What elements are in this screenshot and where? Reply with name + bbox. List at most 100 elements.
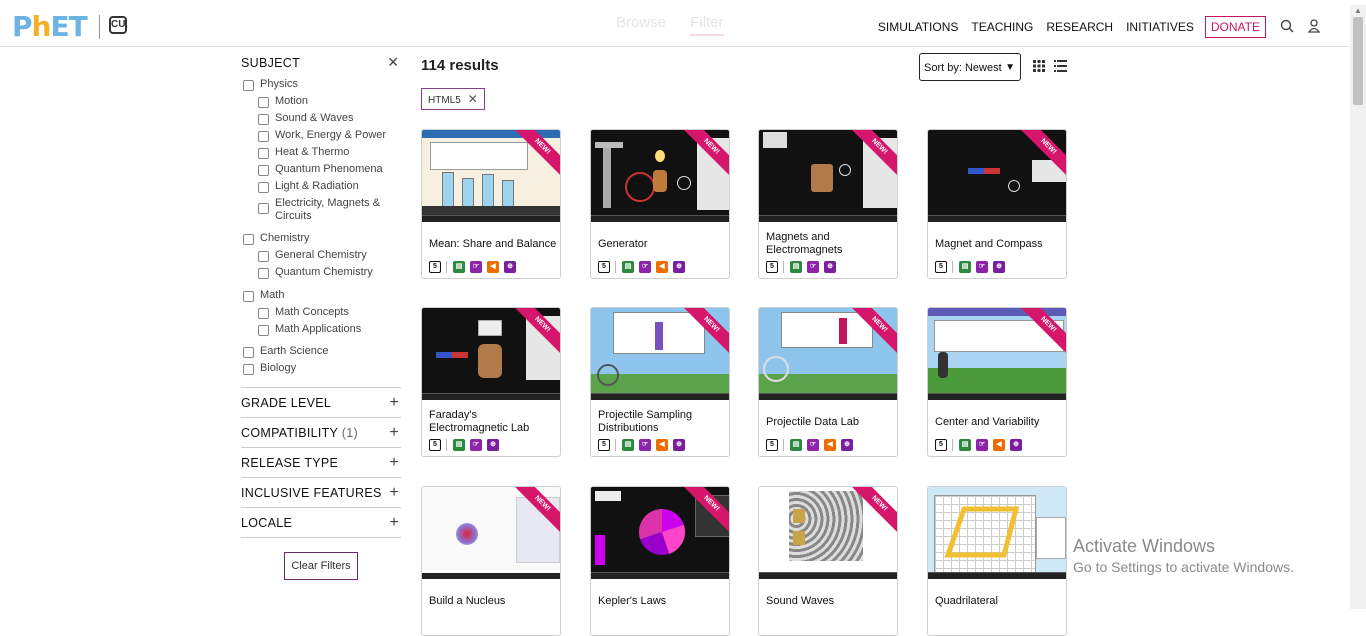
- sim-card-mean-share-balance[interactable]: NEW! Mean: Share and Balance 5 ▤ ☞ ◀ ⊕: [421, 129, 561, 279]
- sim-title: Projectile Sampling Distributions: [598, 409, 693, 434]
- sim-card-center-variability[interactable]: NEW! Center and Variability 5 ▤ ☞ ◀ ⊕: [927, 307, 1067, 457]
- zoom-icon: ⊕: [1010, 439, 1022, 451]
- compatibility-count: (1): [341, 425, 358, 440]
- plus-icon[interactable]: +: [389, 484, 399, 502]
- checkbox[interactable]: [258, 131, 269, 142]
- sim-card-quadrilateral[interactable]: Quadrilateral: [927, 486, 1067, 636]
- checkbox[interactable]: [243, 364, 254, 375]
- zoom-icon: ⊕: [993, 261, 1005, 273]
- sim-card-keplers-laws[interactable]: NEW! Kepler's Laws: [590, 486, 730, 636]
- section-grade-level[interactable]: GRADE LEVEL +: [241, 387, 401, 417]
- checkbox[interactable]: [258, 114, 269, 125]
- section-locale[interactable]: LOCALE +: [241, 507, 401, 537]
- keyboard-icon: ▤: [790, 261, 802, 273]
- sim-card-build-nucleus[interactable]: NEW! Build a Nucleus: [421, 486, 561, 636]
- filter-math-concepts[interactable]: Math Concepts: [241, 306, 401, 323]
- filter-quantum-phenomena[interactable]: Quantum Phenomena: [241, 163, 401, 180]
- tab-filter[interactable]: Filter: [690, 14, 724, 36]
- sound-icon: ◀: [656, 439, 668, 451]
- sort-select[interactable]: Sort by: Newest ▼: [919, 53, 1021, 81]
- filter-chemistry[interactable]: Chemistry: [241, 232, 401, 249]
- filter-earth-science[interactable]: Earth Science: [241, 345, 401, 362]
- sim-card-generator[interactable]: NEW! Generator 5 ▤ ☞ ◀ ⊕: [590, 129, 730, 279]
- nav-research[interactable]: RESEARCH: [1046, 20, 1113, 34]
- keyboard-icon: ▤: [453, 439, 465, 451]
- html5-icon: 5: [598, 439, 610, 451]
- clear-filters-button[interactable]: Clear Filters: [284, 552, 358, 580]
- top-navigation-bar: PhET CU Browse Filter SIMULATIONS TEACHI…: [0, 5, 1350, 47]
- section-release-type[interactable]: RELEASE TYPE +: [241, 447, 401, 477]
- checkbox[interactable]: [258, 203, 269, 214]
- scroll-up-icon[interactable]: ▲: [1354, 6, 1362, 15]
- checkbox[interactable]: [258, 251, 269, 262]
- keyboard-icon: ▤: [959, 261, 971, 273]
- filter-math[interactable]: Math: [241, 289, 401, 306]
- filter-biology[interactable]: Biology: [241, 362, 401, 379]
- feature-badges: 5 ▤ ☞ ⊕: [935, 261, 1010, 273]
- sim-card-projectile-sampling[interactable]: NEW! Projectile Sampling Distributions 5…: [590, 307, 730, 457]
- sim-card-projectile-data-lab[interactable]: NEW! Projectile Data Lab 5 ▤ ☞ ◀ ⊕: [758, 307, 898, 457]
- filter-physics[interactable]: Physics: [241, 78, 401, 95]
- checkbox[interactable]: [258, 97, 269, 108]
- filter-heat-thermo[interactable]: Heat & Thermo: [241, 146, 401, 163]
- plus-icon[interactable]: +: [389, 424, 399, 442]
- nav-teaching[interactable]: TEACHING: [971, 20, 1033, 34]
- filter-light-radiation[interactable]: Light & Radiation: [241, 180, 401, 197]
- cu-boulder-logo[interactable]: CU: [109, 16, 127, 34]
- donate-button[interactable]: DONATE: [1204, 16, 1266, 38]
- sim-card-magnets-electromagnets[interactable]: NEW! Magnets and Electromagnets 5 ▤ ☞ ⊕: [758, 129, 898, 279]
- keyboard-icon: ▤: [790, 439, 802, 451]
- filter-quantum-chemistry[interactable]: Quantum Chemistry: [241, 266, 401, 283]
- section-inclusive-features[interactable]: INCLUSIVE FEATURES +: [241, 477, 401, 507]
- list-view-icon[interactable]: [1054, 60, 1067, 75]
- checkbox[interactable]: [258, 148, 269, 159]
- html5-icon: 5: [598, 261, 610, 273]
- sound-icon: ◀: [656, 261, 668, 273]
- user-icon[interactable]: [1307, 18, 1321, 36]
- sim-title: Kepler's Laws: [598, 594, 667, 607]
- sim-card-faradays-lab[interactable]: NEW! Faraday's Electromagnetic Lab 5 ▤ ☞…: [421, 307, 561, 457]
- section-compatibility[interactable]: COMPATIBILITY (1) +: [241, 417, 401, 447]
- page-scrollbar[interactable]: ▲: [1350, 5, 1366, 609]
- checkbox[interactable]: [243, 347, 254, 358]
- filter-chip-html5[interactable]: HTML5 ✕: [421, 88, 485, 110]
- checkbox[interactable]: [243, 234, 254, 245]
- checkbox[interactable]: [258, 182, 269, 193]
- sim-card-magnet-compass[interactable]: NEW! Magnet and Compass 5 ▤ ☞ ⊕: [927, 129, 1067, 279]
- zoom-icon: ⊕: [841, 439, 853, 451]
- checkbox[interactable]: [258, 268, 269, 279]
- checkbox[interactable]: [243, 80, 254, 91]
- zoom-icon: ⊕: [824, 261, 836, 273]
- checkbox[interactable]: [258, 325, 269, 336]
- plus-icon[interactable]: +: [389, 454, 399, 472]
- remove-chip-icon[interactable]: ✕: [468, 92, 478, 106]
- checkbox[interactable]: [258, 165, 269, 176]
- tab-browse[interactable]: Browse: [616, 14, 666, 31]
- checkbox[interactable]: [258, 308, 269, 319]
- sim-title: Quadrilateral: [935, 594, 998, 607]
- filter-motion[interactable]: Motion: [241, 95, 401, 112]
- nav-initiatives[interactable]: INITIATIVES: [1126, 20, 1194, 34]
- filter-electricity-magnets-circuits[interactable]: Electricity, Magnets & Circuits: [241, 197, 401, 227]
- keyboard-icon: ▤: [622, 439, 634, 451]
- feature-badges: 5 ▤ ☞ ◀ ⊕: [598, 261, 690, 273]
- filter-work-energy-power[interactable]: Work, Energy & Power: [241, 129, 401, 146]
- scrollbar-thumb[interactable]: [1353, 17, 1363, 105]
- nav-simulations[interactable]: SIMULATIONS: [878, 20, 958, 34]
- sim-card-sound-waves[interactable]: 🎁 NEW! Sound Waves: [758, 486, 898, 636]
- html5-icon: 5: [935, 261, 947, 273]
- grid-view-icon[interactable]: [1033, 60, 1045, 75]
- filter-general-chemistry[interactable]: General Chemistry: [241, 249, 401, 266]
- feature-badges: 5 ▤ ☞ ◀ ⊕: [598, 439, 690, 451]
- close-icon[interactable]: ✕: [387, 54, 399, 71]
- keyboard-icon: ▤: [959, 439, 971, 451]
- interactive-description-icon: ☞: [807, 439, 819, 451]
- checkbox[interactable]: [243, 291, 254, 302]
- search-icon[interactable]: [1280, 19, 1294, 36]
- filter-sound-waves[interactable]: Sound & Waves: [241, 112, 401, 129]
- phet-logo[interactable]: PhET: [12, 13, 88, 41]
- sound-icon: ◀: [487, 261, 499, 273]
- filter-math-applications[interactable]: Math Applications: [241, 323, 401, 340]
- plus-icon[interactable]: +: [389, 394, 399, 412]
- plus-icon[interactable]: +: [389, 514, 399, 532]
